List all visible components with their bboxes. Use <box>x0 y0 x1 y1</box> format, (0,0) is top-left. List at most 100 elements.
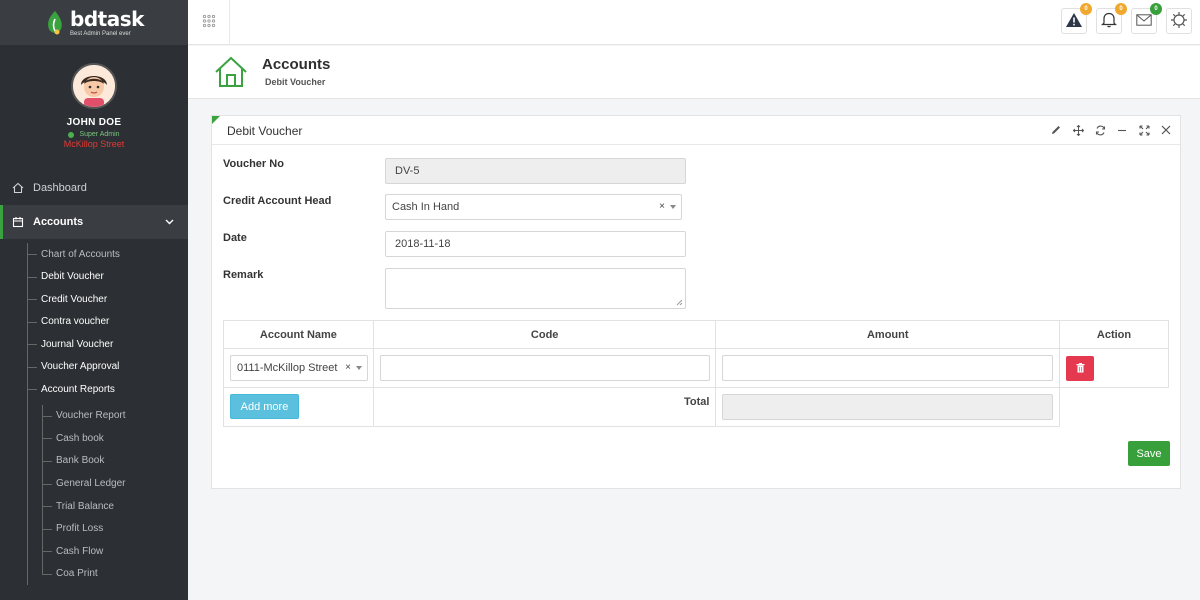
date-label: Date <box>223 232 247 244</box>
settings-button[interactable] <box>1166 8 1192 34</box>
apps-grid-button[interactable] <box>188 0 230 45</box>
sidebar: bdtask Best Admin Panel ever JOHN DOE Su… <box>0 0 188 600</box>
sidebar-item-cash-flow[interactable]: Cash Flow <box>0 540 188 563</box>
column-header-amount: Amount <box>715 320 1061 349</box>
online-status-dot <box>68 131 75 138</box>
refresh-icon[interactable] <box>1094 124 1106 136</box>
alerts-badge: 0 <box>1080 3 1092 15</box>
action-cell <box>1059 348 1169 388</box>
sidebar-item-bank-book[interactable]: Bank Book <box>0 450 188 473</box>
logo[interactable]: bdtask Best Admin Panel ever <box>0 0 188 45</box>
panel-header: Debit Voucher <box>212 116 1180 145</box>
sidebar-item-account-reports[interactable]: Account Reports <box>0 378 188 401</box>
bell-icon <box>1101 11 1117 31</box>
home-icon <box>214 55 248 92</box>
settings-icon <box>1170 11 1188 32</box>
calendar-icon <box>12 216 24 228</box>
add-more-button[interactable]: Add more <box>230 394 299 419</box>
user-profile: JOHN DOE Super Admin McKillop Street <box>0 45 188 165</box>
sidebar-item-journal-voucher[interactable]: Journal Voucher <box>0 333 188 356</box>
page-subtitle: Debit Voucher <box>265 77 326 87</box>
voucher-no-field[interactable]: DV-5 <box>385 158 686 184</box>
sidebar-item-voucher-report[interactable]: Voucher Report <box>0 405 188 428</box>
column-header-action: Action <box>1059 320 1169 349</box>
apps-grid-icon <box>202 14 216 31</box>
sidebar-item-voucher-approval[interactable]: Voucher Approval <box>0 356 188 379</box>
sidebar-item-trial-balance[interactable]: Trial Balance <box>0 495 188 518</box>
sidebar-item-chart-of-accounts[interactable]: Chart of Accounts <box>0 243 188 266</box>
account-reports-submenu: Voucher Report Cash book Bank Book Gener… <box>0 401 188 586</box>
empty-cell <box>1060 388 1169 427</box>
pencil-icon[interactable] <box>1050 124 1062 136</box>
chevron-down-icon <box>165 217 174 227</box>
sidebar-nav: Dashboard Accounts Chart of Accounts Deb… <box>0 171 188 586</box>
remark-textarea[interactable] <box>385 268 686 309</box>
warning-icon <box>1065 12 1083 31</box>
clear-selection-icon[interactable]: × <box>659 201 665 212</box>
save-button[interactable]: Save <box>1128 441 1170 466</box>
move-icon[interactable] <box>1072 124 1084 136</box>
brand-tagline: Best Admin Panel ever <box>70 30 131 37</box>
table-header-row: Account Name Code Amount Action <box>223 320 1169 349</box>
credit-account-head-select[interactable]: Cash In Hand × <box>385 194 682 220</box>
code-cell <box>372 348 717 388</box>
profile-location: McKillop Street <box>63 139 125 149</box>
sidebar-item-label: Dashboard <box>33 182 87 194</box>
envelope-icon <box>1136 13 1152 29</box>
sidebar-item-label: Accounts <box>33 216 84 228</box>
debit-voucher-panel: Debit Voucher Voucher No DV-5 Credit Acc… <box>211 115 1181 489</box>
sidebar-item-cash-book[interactable]: Cash book <box>0 427 188 450</box>
date-field[interactable]: 2018-11-18 <box>385 231 686 257</box>
sidebar-item-coa-print[interactable]: Coa Print <box>0 563 188 586</box>
brand-name: bdtask <box>70 6 144 31</box>
page-title: Accounts <box>262 56 331 73</box>
clear-selection-icon[interactable]: × <box>345 362 351 373</box>
sidebar-item-contra-voucher[interactable]: Contra voucher <box>0 311 188 334</box>
total-value-cell <box>715 387 1061 427</box>
account-name-value: 0111-McKillop Street <box>237 362 338 374</box>
voucher-items-table: Account Name Code Amount Action 0111-McK… <box>223 320 1169 427</box>
code-field[interactable] <box>379 355 710 381</box>
sidebar-item-credit-voucher[interactable]: Credit Voucher <box>0 288 188 311</box>
account-name-select[interactable]: 0111-McKillop Street × <box>230 355 368 381</box>
total-label-cell: Total <box>372 387 717 427</box>
notifications-badge: 0 <box>1115 3 1127 15</box>
topbar: 0 0 0 <box>188 0 1200 45</box>
account-name-cell: 0111-McKillop Street × <box>223 348 374 388</box>
sidebar-item-general-ledger[interactable]: General Ledger <box>0 472 188 495</box>
total-field <box>722 394 1054 420</box>
page-header: Accounts Debit Voucher <box>188 46 1200 99</box>
alerts-button[interactable]: 0 <box>1061 3 1092 34</box>
messages-button[interactable]: 0 <box>1131 3 1162 34</box>
messages-badge: 0 <box>1150 3 1162 15</box>
table-footer-row: Add more Total <box>223 387 1169 427</box>
column-header-code: Code <box>372 320 717 349</box>
sidebar-item-dashboard[interactable]: Dashboard <box>0 171 188 205</box>
table-row: 0111-McKillop Street × <box>223 348 1169 388</box>
amount-field[interactable] <box>722 355 1054 381</box>
credit-account-head-value: Cash In Hand <box>392 201 460 213</box>
delete-row-button[interactable] <box>1066 356 1095 381</box>
total-label: Total <box>683 396 710 408</box>
sidebar-item-accounts[interactable]: Accounts <box>0 205 188 239</box>
sidebar-item-debit-voucher[interactable]: Debit Voucher <box>0 266 188 289</box>
profile-role: Super Admin <box>68 131 120 138</box>
home-icon <box>12 182 24 194</box>
caret-down-icon <box>670 205 676 209</box>
avatar[interactable] <box>71 63 117 109</box>
accounts-submenu: Chart of Accounts Debit Voucher Credit V… <box>0 239 188 586</box>
minimize-icon[interactable] <box>1116 124 1128 136</box>
panel-title: Debit Voucher <box>227 124 303 138</box>
voucher-no-label: Voucher No <box>223 158 284 170</box>
leaf-logo-icon <box>44 9 66 37</box>
topbar-actions: 0 0 0 <box>1052 3 1192 34</box>
sidebar-item-profit-loss[interactable]: Profit Loss <box>0 517 188 540</box>
profile-role-label: Super Admin <box>79 131 120 138</box>
resize-handle-icon[interactable] <box>676 299 683 306</box>
close-icon[interactable] <box>1160 124 1172 136</box>
trash-icon <box>1076 362 1085 376</box>
add-more-cell: Add more <box>223 387 374 427</box>
column-header-account-name: Account Name <box>223 320 374 349</box>
expand-icon[interactable] <box>1138 124 1150 136</box>
notifications-button[interactable]: 0 <box>1096 3 1127 34</box>
